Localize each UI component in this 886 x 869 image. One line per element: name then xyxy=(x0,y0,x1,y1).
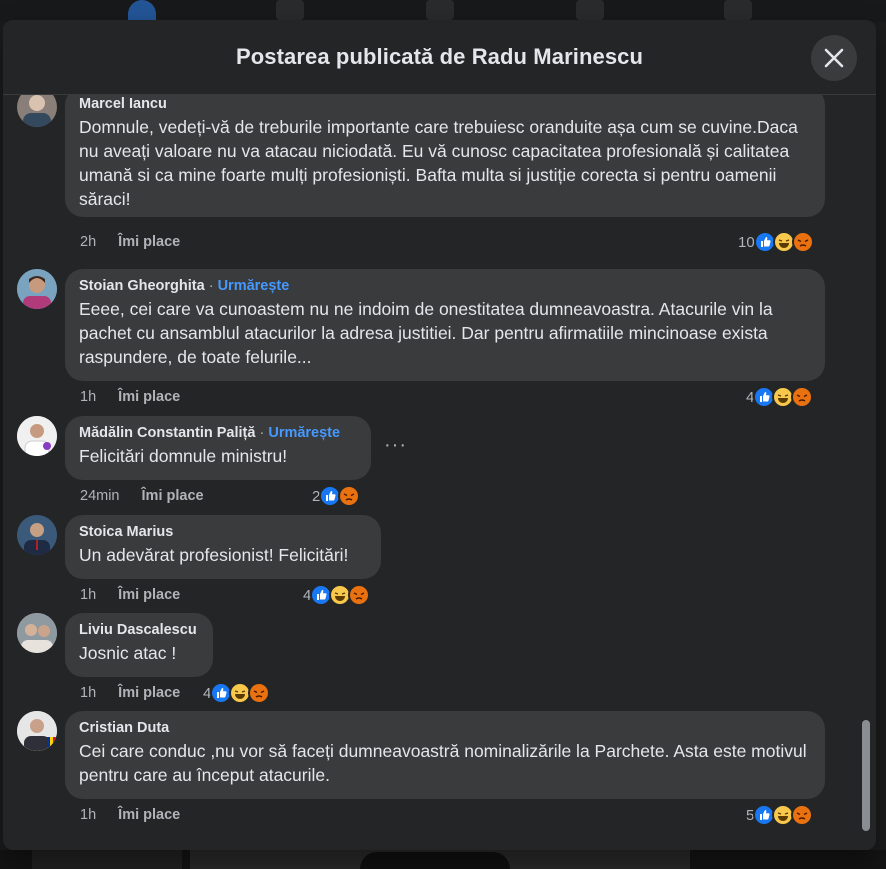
comment-time[interactable]: 1h xyxy=(80,685,96,701)
like-button[interactable]: Îmi place xyxy=(118,389,180,405)
comment-bubble: Stoian Gheorghita · Urmărește Eeee, cei … xyxy=(65,269,825,381)
close-icon xyxy=(824,48,844,68)
comment-text: Eeee, cei care va cunoastem nu ne indoim… xyxy=(79,299,773,367)
comment-author[interactable]: Marcel Iancu xyxy=(79,95,811,113)
like-button[interactable]: Îmi place xyxy=(118,234,180,250)
comment-author[interactable]: Stoica Marius xyxy=(79,523,367,541)
angry-reaction-icon xyxy=(791,386,814,408)
post-dialog: Postarea publicată de Radu Marinescu Mar… xyxy=(3,20,876,850)
reactions-summary[interactable]: 4 xyxy=(303,584,371,606)
comment-actions: 1h Îmi place xyxy=(80,806,180,824)
comment-bubble: Liviu Dascalescu Josnic atac ! xyxy=(65,613,213,677)
reactions-summary[interactable]: 10 xyxy=(738,231,814,253)
reactions-summary[interactable]: 2 xyxy=(312,485,361,507)
reaction-count: 10 xyxy=(738,233,755,251)
background-nav-bar xyxy=(0,0,886,22)
comment-author[interactable]: Liviu Dascalescu xyxy=(79,621,199,639)
comment-time[interactable]: 1h xyxy=(80,587,96,603)
angry-reaction-icon xyxy=(791,231,814,253)
comment-time[interactable]: 24min xyxy=(80,488,120,504)
megaphone-icon xyxy=(576,0,604,20)
comment-bubble: Stoica Marius Un adevărat profesionist! … xyxy=(65,515,381,579)
dialog-header: Postarea publicată de Radu Marinescu xyxy=(3,20,876,95)
comment-author[interactable]: Cristian Duta xyxy=(79,719,811,737)
comment-actions: 1h Îmi place xyxy=(80,684,180,702)
like-button[interactable]: Îmi place xyxy=(118,685,180,701)
dialog-title: Postarea publicată de Radu Marinescu xyxy=(235,44,644,69)
avatar[interactable] xyxy=(17,416,57,456)
comment-time[interactable]: 1h xyxy=(80,807,96,823)
comment-text: Josnic atac ! xyxy=(79,643,177,663)
comment-text: Domnule, vedeți-vă de treburile importan… xyxy=(79,117,798,209)
comment-text: Un adevărat profesionist! Felicitări! xyxy=(79,545,349,565)
comment-actions: 1h Îmi place xyxy=(80,388,180,406)
comment-author[interactable]: Mădălin Constantin Paliță · Urmărește xyxy=(79,424,357,442)
close-button[interactable] xyxy=(811,35,857,81)
comment-author[interactable]: Stoian Gheorghita · Urmărește xyxy=(79,277,811,295)
reactions-summary[interactable]: 4 xyxy=(746,386,814,408)
comment-actions: 24min Îmi place xyxy=(80,487,204,505)
more-options-icon: ··· xyxy=(384,434,407,456)
home-icon xyxy=(128,0,156,20)
chart-icon xyxy=(426,0,454,20)
angry-reaction-icon xyxy=(348,584,371,606)
comment-actions: 2h Îmi place xyxy=(80,233,180,251)
angry-reaction-icon xyxy=(338,485,361,507)
avatar[interactable] xyxy=(17,269,57,309)
comment-bubble: Cristian Duta Cei care conduc ,nu vor să… xyxy=(65,711,825,799)
comments-list[interactable]: Marcel Iancu Domnule, vedeți-vă de trebu… xyxy=(3,95,876,850)
comment-time[interactable]: 2h xyxy=(80,234,96,250)
comment-time[interactable]: 1h xyxy=(80,389,96,405)
angry-reaction-icon xyxy=(791,804,814,826)
comment-bubble: Mădălin Constantin Paliță · Urmărește Fe… xyxy=(65,416,371,480)
comment-actions: 1h Îmi place xyxy=(80,586,180,604)
like-button[interactable]: Îmi place xyxy=(142,488,204,504)
avatar[interactable] xyxy=(17,95,57,127)
like-button[interactable]: Îmi place xyxy=(118,587,180,603)
flag-icon xyxy=(276,0,304,20)
like-button[interactable]: Îmi place xyxy=(118,807,180,823)
more-options-button[interactable]: ··· xyxy=(384,434,407,457)
avatar[interactable] xyxy=(17,515,57,555)
comment-text: Cei care conduc ,nu vor să faceți dumnea… xyxy=(79,741,807,785)
angry-reaction-icon xyxy=(248,682,271,704)
scrollbar-thumb[interactable] xyxy=(862,720,870,831)
avatar[interactable] xyxy=(17,711,57,751)
reactions-summary[interactable]: 4 xyxy=(203,682,271,704)
follow-link[interactable]: Urmărește xyxy=(218,278,290,294)
comment-text: Felicitări domnule ministru! xyxy=(79,446,288,466)
comment-bubble: Marcel Iancu Domnule, vedeți-vă de trebu… xyxy=(65,95,825,217)
follow-link[interactable]: Urmărește xyxy=(268,425,340,441)
background-page xyxy=(0,850,886,869)
avatar[interactable] xyxy=(17,613,57,653)
reactions-summary[interactable]: 5 xyxy=(746,804,814,826)
video-icon xyxy=(724,0,752,20)
